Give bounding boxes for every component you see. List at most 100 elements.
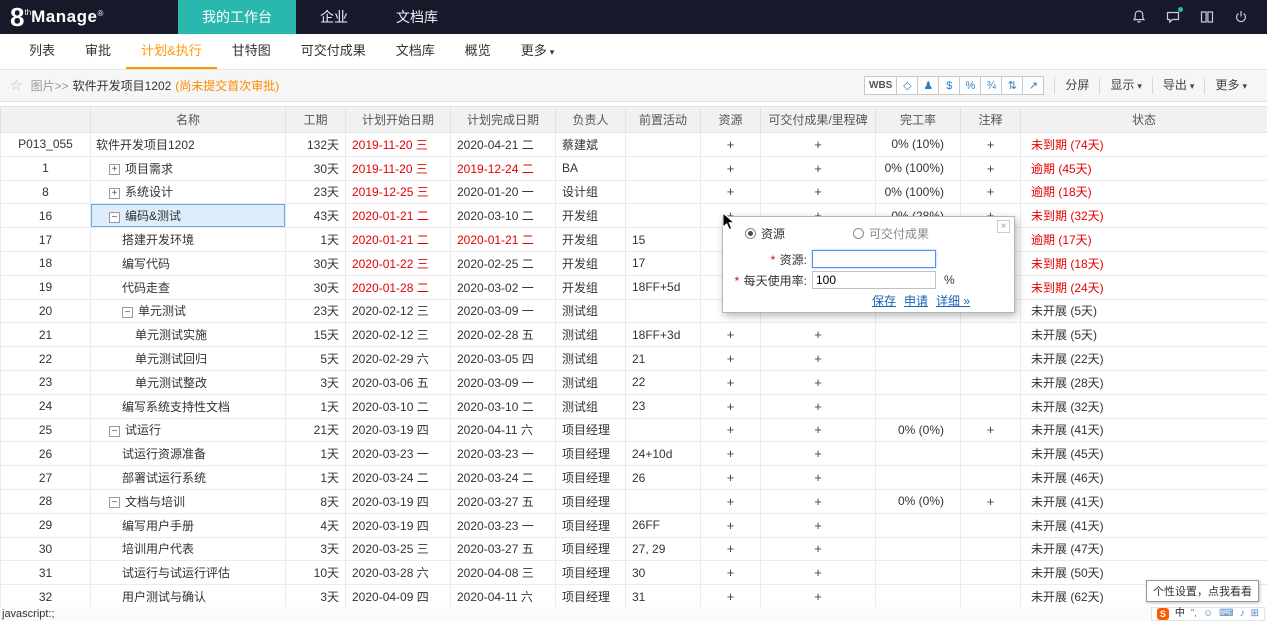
cell-plan-end[interactable]: 2020-03-09 一 xyxy=(451,299,556,323)
cell-plan-end[interactable]: 2020-02-28 五 xyxy=(451,323,556,347)
milestone-diamond-icon[interactable]: ◇ xyxy=(896,76,918,95)
cell-plan-start[interactable]: 2020-04-09 四 xyxy=(346,585,451,609)
cell-completion[interactable] xyxy=(876,394,961,418)
cell-completion[interactable] xyxy=(876,585,961,609)
sogou-logo-icon[interactable]: S xyxy=(1157,608,1169,620)
cell-plan-start[interactable]: 2020-01-28 二 xyxy=(346,275,451,299)
input-mode-icon[interactable]: 中 xyxy=(1175,608,1185,620)
cell-owner[interactable]: 测试组 xyxy=(556,323,626,347)
scurve-chart-icon[interactable]: ↗ xyxy=(1022,76,1044,95)
cell-duration[interactable]: 15天 xyxy=(286,323,346,347)
cell-task-name[interactable]: −试运行 xyxy=(91,418,286,442)
cell-task-name[interactable]: 编写代码 xyxy=(91,251,286,275)
toolbar-more-button[interactable]: 更多▾ xyxy=(1204,77,1257,94)
add-note-cell[interactable] xyxy=(961,347,1021,371)
cell-task-name[interactable]: 单元测试整改 xyxy=(91,370,286,394)
cell-plan-end[interactable]: 2020-03-10 二 xyxy=(451,204,556,228)
rate-icon[interactable]: ¾ xyxy=(980,76,1002,95)
cell-id[interactable]: 16 xyxy=(1,204,91,228)
cell-task-name[interactable]: 培训用户代表 xyxy=(91,537,286,561)
subnav-tab-plan-exec[interactable]: 计划&执行 xyxy=(126,34,217,69)
cell-plan-start[interactable]: 2020-03-19 四 xyxy=(346,489,451,513)
expand-toggle-icon[interactable]: − xyxy=(109,497,120,508)
toolbar-export-button[interactable]: 导出▾ xyxy=(1152,77,1205,94)
add-deliverable-cell[interactable]: + xyxy=(761,394,876,418)
add-resource-cell[interactable]: + xyxy=(701,180,761,204)
cell-plan-end[interactable]: 2020-03-10 二 xyxy=(451,394,556,418)
cell-plan-end[interactable]: 2020-04-11 六 xyxy=(451,585,556,609)
add-deliverable-cell[interactable]: + xyxy=(761,180,876,204)
add-deliverable-cell[interactable]: + xyxy=(761,156,876,180)
cell-plan-start[interactable]: 2020-03-19 四 xyxy=(346,418,451,442)
cell-duration[interactable]: 30天 xyxy=(286,156,346,180)
cell-plan-end[interactable]: 2020-03-23 一 xyxy=(451,442,556,466)
cell-task-name[interactable]: −文档与培训 xyxy=(91,489,286,513)
cell-plan-start[interactable]: 2020-03-28 六 xyxy=(346,561,451,585)
add-deliverable-cell[interactable]: + xyxy=(761,370,876,394)
column-header[interactable]: 前置活动 xyxy=(626,107,701,133)
cell-predecessor[interactable]: 17 xyxy=(626,251,701,275)
cell-id[interactable]: 25 xyxy=(1,418,91,442)
cell-owner[interactable]: 项目经理 xyxy=(556,466,626,490)
cell-plan-start[interactable]: 2020-02-12 三 xyxy=(346,323,451,347)
cell-plan-start[interactable]: 2019-11-20 三 xyxy=(346,156,451,180)
cost-icon[interactable]: $ xyxy=(938,76,960,95)
cell-task-name[interactable]: −单元测试 xyxy=(91,299,286,323)
cell-plan-end[interactable]: 2020-04-11 六 xyxy=(451,418,556,442)
cell-plan-end[interactable]: 2020-03-23 一 xyxy=(451,513,556,537)
cell-owner[interactable]: 测试组 xyxy=(556,347,626,371)
bell-icon[interactable] xyxy=(1131,9,1147,25)
cell-predecessor[interactable]: 24+10d xyxy=(626,442,701,466)
cell-owner[interactable]: 项目经理 xyxy=(556,418,626,442)
cell-predecessor[interactable]: 18FF+3d xyxy=(626,323,701,347)
resource-input[interactable] xyxy=(812,250,936,268)
emoji-icon[interactable]: ☺ xyxy=(1203,608,1213,620)
add-resource-cell[interactable]: + xyxy=(701,585,761,609)
cell-id[interactable]: 8 xyxy=(1,180,91,204)
cell-owner[interactable]: 测试组 xyxy=(556,370,626,394)
cell-id[interactable]: 32 xyxy=(1,585,91,609)
cell-plan-start[interactable]: 2020-01-21 二 xyxy=(346,204,451,228)
cell-predecessor[interactable] xyxy=(626,299,701,323)
cell-duration[interactable]: 3天 xyxy=(286,585,346,609)
cell-id[interactable]: 27 xyxy=(1,466,91,490)
save-link[interactable]: 保存 xyxy=(872,294,896,308)
add-deliverable-cell[interactable]: + xyxy=(761,466,876,490)
cell-id[interactable]: 19 xyxy=(1,275,91,299)
cell-task-name[interactable]: −编码&测试 xyxy=(91,204,286,228)
cell-plan-start[interactable]: 2020-02-12 三 xyxy=(346,299,451,323)
add-note-cell[interactable]: + xyxy=(961,180,1021,204)
cell-task-name[interactable]: 编写用户手册 xyxy=(91,513,286,537)
cell-predecessor[interactable] xyxy=(626,156,701,180)
cell-duration[interactable]: 3天 xyxy=(286,537,346,561)
add-deliverable-cell[interactable]: + xyxy=(761,133,876,157)
message-icon[interactable] xyxy=(1165,9,1181,25)
column-header[interactable]: 名称 xyxy=(91,107,286,133)
cell-owner[interactable]: 设计组 xyxy=(556,180,626,204)
cell-task-name[interactable]: 试运行资源准备 xyxy=(91,442,286,466)
cell-plan-end[interactable]: 2020-03-24 二 xyxy=(451,466,556,490)
cell-id[interactable]: 26 xyxy=(1,442,91,466)
subnav-tab-overview[interactable]: 概览 xyxy=(450,34,506,69)
cell-completion[interactable] xyxy=(876,323,961,347)
column-header[interactable]: 工期 xyxy=(286,107,346,133)
add-deliverable-cell[interactable]: + xyxy=(761,489,876,513)
cell-duration[interactable]: 23天 xyxy=(286,180,346,204)
add-resource-cell[interactable]: + xyxy=(701,133,761,157)
cell-task-name[interactable]: +系统设计 xyxy=(91,180,286,204)
toolbar-split-button[interactable]: 分屏 xyxy=(1054,77,1099,94)
add-note-cell[interactable]: + xyxy=(961,489,1021,513)
cell-plan-end[interactable]: 2020-03-27 五 xyxy=(451,537,556,561)
cell-id[interactable]: 20 xyxy=(1,299,91,323)
cell-task-name[interactable]: 软件开发项目1202 xyxy=(91,133,286,157)
cell-plan-end[interactable]: 2019-12-24 二 xyxy=(451,156,556,180)
column-header[interactable]: 注释 xyxy=(961,107,1021,133)
wbs-button[interactable]: WBS xyxy=(864,76,897,95)
add-resource-cell[interactable]: + xyxy=(701,394,761,418)
add-deliverable-cell[interactable]: + xyxy=(761,323,876,347)
add-resource-cell[interactable]: + xyxy=(701,418,761,442)
cell-plan-start[interactable]: 2020-03-24 二 xyxy=(346,466,451,490)
cell-plan-start[interactable]: 2020-03-10 二 xyxy=(346,394,451,418)
cell-plan-end[interactable]: 2020-03-09 一 xyxy=(451,370,556,394)
cell-owner[interactable]: 开发组 xyxy=(556,228,626,252)
